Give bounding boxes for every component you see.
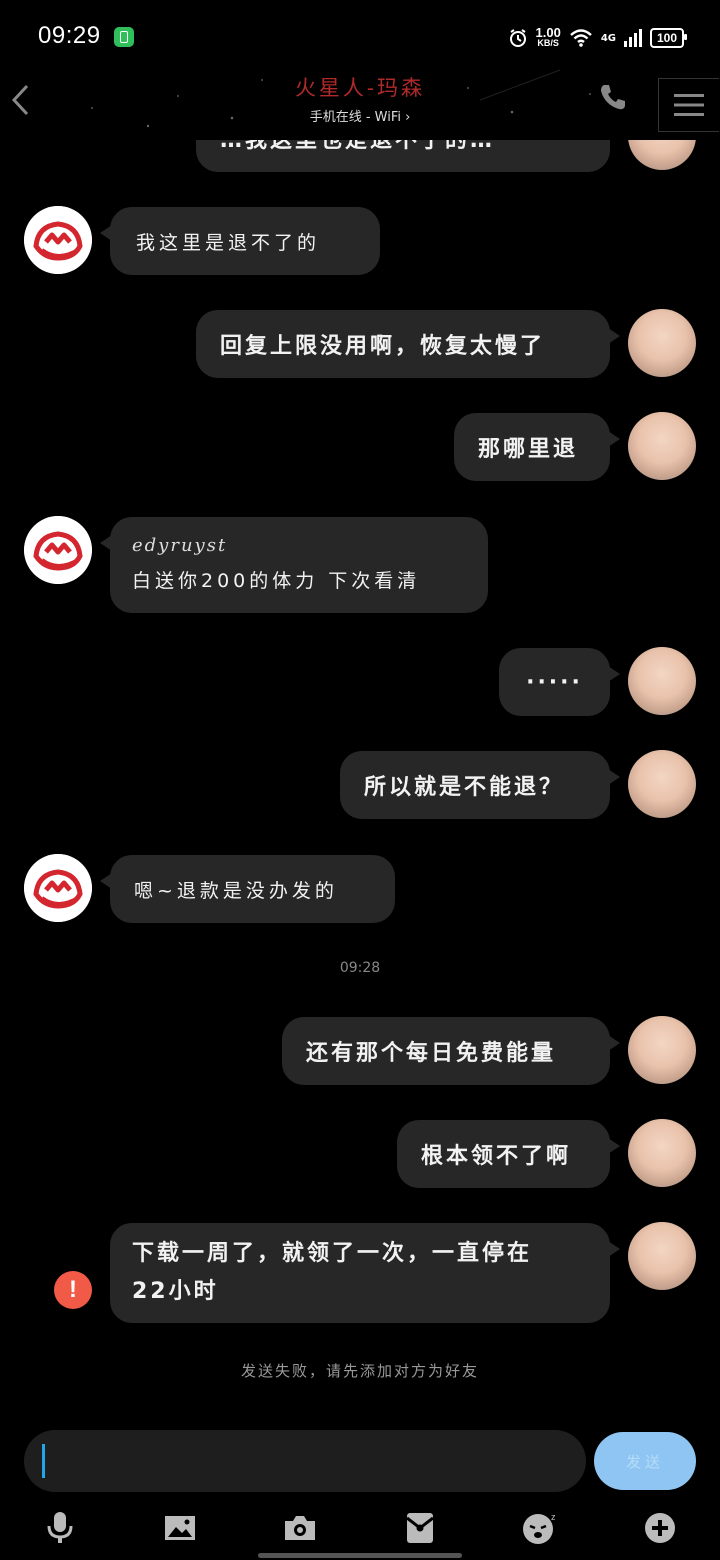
message-text: 嗯~退款是没办发的 <box>134 879 338 902</box>
my-avatar[interactable] <box>628 750 696 818</box>
my-avatar[interactable] <box>628 647 696 715</box>
message-text: 所以就是不能退？ <box>364 775 565 800</box>
battery-indicator: 100 <box>650 28 687 48</box>
my-avatar[interactable] <box>628 1016 696 1084</box>
home-indicator[interactable] <box>258 1553 462 1558</box>
message-bubble-in[interactable]: 我这里是退不了的 <box>100 207 380 275</box>
svg-text:z: z <box>551 1512 556 1522</box>
send-button[interactable]: 发送 <box>594 1432 696 1490</box>
my-avatar[interactable] <box>628 1222 696 1290</box>
send-failed-icon[interactable]: ! <box>54 1271 92 1309</box>
message-text: 回复上限没用啊，恢复太慢了 <box>220 334 546 359</box>
speed-value: 1.00 <box>535 25 561 40</box>
emoji-icon: z <box>523 1512 556 1544</box>
contact-avatar[interactable] <box>24 854 92 922</box>
contact-logo-icon <box>24 206 92 274</box>
text-cursor <box>42 1444 45 1478</box>
message-input[interactable] <box>24 1430 586 1492</box>
image-icon <box>165 1516 195 1540</box>
contact-logo-icon <box>24 516 92 584</box>
message-text-line2: 白送你200的体力 下次看清 <box>132 570 421 592</box>
red-packet-button[interactable] <box>400 1508 440 1548</box>
message-text-line2: 22小时 <box>132 1279 219 1304</box>
message-bubble-in[interactable]: 嗯~退款是没办发的 <box>100 855 395 923</box>
more-button[interactable] <box>640 1508 680 1548</box>
notification-app-icon <box>114 27 134 47</box>
voice-button[interactable] <box>40 1508 80 1548</box>
message-bubble-out[interactable]: 根本领不了啊 <box>397 1120 620 1188</box>
my-avatar[interactable] <box>628 412 696 480</box>
plus-icon <box>645 1513 675 1543</box>
camera-icon <box>285 1516 315 1540</box>
message-bubble-in[interactable]: edyruyst 白送你200的体力 下次看清 <box>100 517 488 613</box>
message-text: ····· <box>526 669 583 695</box>
message-text-line1: 下载一周了，就领了一次，一直停在 <box>132 1241 533 1266</box>
network-speed: 1.00 KB/S <box>535 25 561 49</box>
mic-icon <box>47 1512 73 1543</box>
alarm-icon <box>509 29 526 47</box>
call-button[interactable] <box>598 82 628 116</box>
message-bubble-out[interactable]: 所以就是不能退？ <box>340 751 620 819</box>
my-avatar[interactable] <box>628 140 696 170</box>
message-bubble-out-failed[interactable]: 下载一周了，就领了一次，一直停在 22小时 <box>110 1223 620 1323</box>
send-failed-notice: 发送失败，请先添加对方为好友 <box>240 1362 479 1380</box>
chevron-right-icon: › <box>405 110 411 125</box>
my-avatar[interactable] <box>628 309 696 377</box>
message-text: 根本领不了啊 <box>421 1144 572 1169</box>
red-packet-icon <box>406 1513 434 1543</box>
status-indicators: 1.00 KB/S 4G 100 <box>508 24 687 52</box>
camera-button[interactable] <box>280 1508 320 1548</box>
emoji-button[interactable]: z <box>520 1508 560 1548</box>
menu-icon <box>674 94 704 116</box>
chat-list[interactable]: …我这里也是退不了的… 我这里是退不了的 回复上限没用啊，恢复太慢了 那哪里退 … <box>0 140 720 1420</box>
message-bubble-out[interactable]: …我这里也是退不了的… <box>196 140 610 172</box>
composer-toolbar: z <box>0 1504 720 1550</box>
message-text: …我这里也是退不了的… <box>220 140 496 153</box>
speed-unit: KB/S <box>537 38 559 48</box>
message-timestamp: 09:28 <box>339 960 381 976</box>
contact-logo-icon <box>24 854 92 922</box>
menu-button[interactable] <box>658 78 719 132</box>
image-button[interactable] <box>160 1508 200 1548</box>
signal-icon <box>624 29 642 47</box>
message-text: 那哪里退 <box>478 437 579 462</box>
contact-avatar[interactable] <box>24 516 92 584</box>
my-avatar[interactable] <box>628 1119 696 1187</box>
contact-avatar[interactable] <box>24 206 92 274</box>
message-bubble-out[interactable]: 那哪里退 <box>454 413 620 481</box>
message-bubble-out[interactable]: 回复上限没用啊，恢复太慢了 <box>196 310 620 378</box>
message-text: 还有那个每日免费能量 <box>306 1041 557 1066</box>
message-text-line1: edyruyst <box>132 535 228 556</box>
network-type: 4G <box>600 32 616 44</box>
chat-header: 火星人-玛森 手机在线 - WiFi › <box>0 70 720 140</box>
composer: 发送 <box>0 1430 720 1494</box>
wifi-icon <box>569 29 592 47</box>
message-bubble-out[interactable]: ····· <box>499 648 620 716</box>
online-status-text: 手机在线 - WiFi <box>309 110 401 125</box>
phone-icon <box>601 85 625 110</box>
message-bubble-out[interactable]: 还有那个每日免费能量 <box>282 1017 620 1085</box>
message-text: 我这里是退不了的 <box>136 231 321 254</box>
status-bar: 09:29 1.00 KB/S 4G 100 <box>0 0 720 70</box>
status-time: 09:29 <box>38 22 101 49</box>
